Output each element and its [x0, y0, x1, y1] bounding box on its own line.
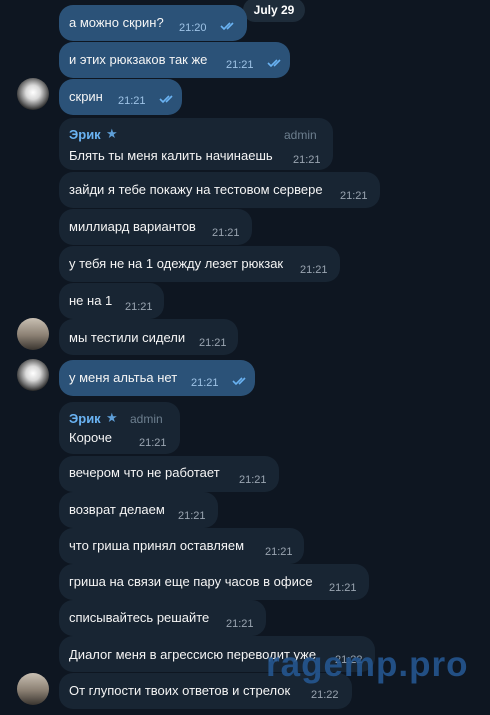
message-bubble-incoming[interactable]: миллиард вариантов 21:21 [59, 209, 252, 245]
message-time: 21:21 [300, 264, 328, 276]
message-time: 21:21 [340, 190, 368, 202]
message-text: миллиард вариантов [69, 219, 196, 234]
message-bubble-incoming[interactable]: вечером что не работает 21:21 [59, 456, 279, 492]
message-time: 21:21 [139, 437, 167, 449]
message-text: От глупости твоих ответов и стрелок [69, 683, 291, 698]
avatar[interactable] [17, 673, 49, 705]
message-text: не на 1 [69, 293, 113, 308]
message-text: вечером что не работает [69, 465, 220, 480]
message-bubble-outgoing[interactable]: а можно скрин? 21:20 [59, 5, 247, 41]
message-time: 21:21 [265, 546, 293, 558]
message-bubble-incoming[interactable]: не на 1 21:21 [59, 283, 164, 319]
message-text: гриша на связи еще пару часов в офисе [69, 574, 313, 589]
date-separator: July 29 [243, 0, 305, 22]
message-text: и этих рюкзаков так же [69, 52, 208, 67]
double-check-icon [267, 59, 281, 68]
message-time: 21:21 [226, 59, 254, 71]
message-time: 21:21 [199, 337, 227, 349]
double-check-icon [232, 377, 246, 386]
double-check-icon [159, 95, 173, 104]
double-check-icon [220, 22, 234, 31]
message-bubble-incoming[interactable]: мы тестили сидели 21:21 [59, 319, 238, 355]
message-bubble-outgoing[interactable]: у меня альтьа нет 21:21 [59, 360, 255, 396]
message-text: у тебя не на 1 одежду лезет рюкзак [69, 256, 284, 271]
admin-badge: admin [284, 128, 317, 142]
message-time: 21:21 [329, 582, 357, 594]
message-time: 21:21 [118, 95, 146, 107]
message-bubble-incoming[interactable]: Эрик ★ admin Блять ты меня калить начина… [59, 118, 333, 170]
message-text: а можно скрин? [69, 15, 164, 30]
avatar[interactable] [17, 359, 49, 391]
star-icon: ★ [106, 126, 118, 141]
sender-name[interactable]: Эрик [69, 411, 101, 427]
message-time: 21:21 [212, 227, 240, 239]
message-time: 21:21 [226, 618, 254, 630]
message-time: 21:20 [179, 22, 207, 34]
avatar[interactable] [17, 78, 49, 110]
message-time: 21:21 [125, 301, 153, 313]
message-text: что гриша принял оставляем [69, 538, 245, 553]
message-bubble-outgoing[interactable]: скрин 21:21 [59, 79, 182, 115]
message-text: списывайтесь решайте [69, 610, 210, 625]
message-text: возврат делаем [69, 502, 165, 517]
message-time: 21:21 [293, 154, 321, 166]
message-bubble-outgoing[interactable]: и этих рюкзаков так же 21:21 [59, 42, 290, 78]
message-time: 21:22 [311, 689, 339, 701]
message-time: 21:21 [178, 510, 206, 522]
message-bubble-incoming[interactable]: у тебя не на 1 одежду лезет рюкзак 21:21 [59, 246, 340, 282]
message-text: скрин [69, 89, 103, 104]
message-bubble-incoming[interactable]: списывайтесь решайте 21:21 [59, 600, 266, 636]
message-bubble-incoming[interactable]: что гриша принял оставляем 21:21 [59, 528, 304, 564]
message-bubble-incoming[interactable]: возврат делаем 21:21 [59, 492, 218, 528]
message-text: зайди я тебе покажу на тестовом сервере [69, 182, 323, 197]
message-bubble-incoming[interactable]: Эрик ★ admin Короче 21:21 [59, 402, 180, 454]
message-time: 21:21 [239, 474, 267, 486]
sender-name[interactable]: Эрик [69, 127, 101, 143]
message-text: Короче [69, 430, 112, 445]
message-bubble-incoming[interactable]: зайди я тебе покажу на тестовом сервере … [59, 172, 380, 208]
watermark-logo: ragemp.pro [266, 645, 469, 684]
admin-badge: admin [130, 412, 163, 426]
message-time: 21:21 [191, 377, 219, 389]
message-text: Блять ты меня калить начинаешь [69, 148, 273, 163]
star-icon: ★ [106, 410, 118, 425]
avatar[interactable] [17, 318, 49, 350]
message-text: у меня альтьа нет [69, 370, 178, 385]
message-bubble-incoming[interactable]: гриша на связи еще пару часов в офисе 21… [59, 564, 369, 600]
message-text: мы тестили сидели [69, 330, 186, 345]
